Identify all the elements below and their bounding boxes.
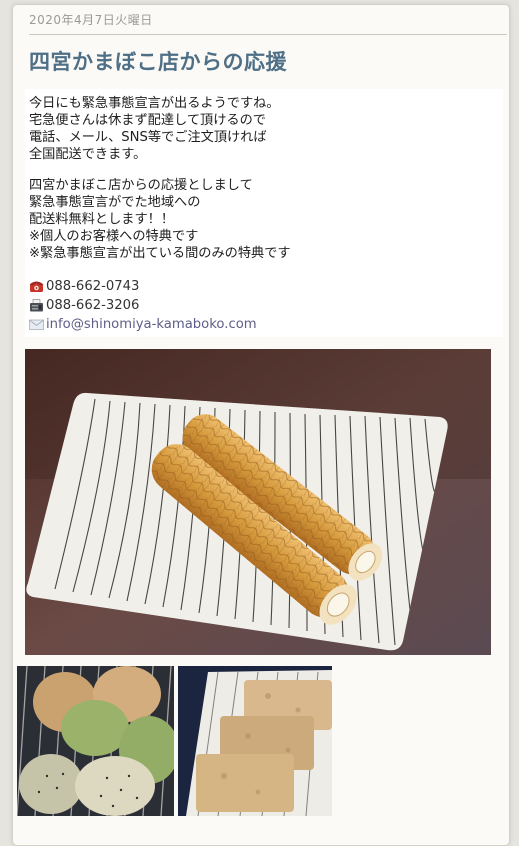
text-line: ※緊急事態宣言が出ている間のみの特典です [29, 246, 291, 261]
announcement-paragraph: 今日にも緊急事態宣言が出るようですね。 宅急便さんは休まず配達して頂けるので 電… [29, 95, 280, 163]
text-line: 電話、メール、SNS等でご注文頂ければ [29, 130, 267, 145]
fax-number: 088-662-3206 [46, 298, 140, 313]
date-divider [29, 34, 507, 35]
phone-contact: 088-662-0743 [29, 278, 139, 295]
text-line: 今日にも緊急事態宣言が出るようですね。 [29, 96, 280, 111]
text-line: 四宮かまぼこ店からの応援としまして [29, 178, 253, 193]
telephone-icon [29, 280, 44, 293]
fried-fishcake-photo[interactable] [178, 666, 332, 817]
offer-paragraph: 四宮かまぼこ店からの応援としまして 緊急事態宣言がでた地域への 配送料無料としま… [29, 177, 291, 262]
text-line: 宅急便さんは休まず配達して頂けるので [29, 113, 266, 128]
blog-post-card: 2020年4月7日火曜日 四宮かまぼこ店からの応援 今日にも緊急事態宣言が出るよ… [12, 4, 510, 846]
post-body: 今日にも緊急事態宣言が出るようですね。 宅急便さんは休まず配達して頂けるので 電… [25, 89, 503, 337]
text-line: 全国配送できます。 [29, 147, 147, 162]
text-line: ※個人のお客様への特典です [29, 229, 199, 244]
email-contact: info@shinomiya-kamaboko.com [29, 316, 257, 333]
text-line: 緊急事態宣言がでた地域への [29, 195, 201, 210]
chikuwa-photo[interactable] [25, 349, 491, 655]
phone-number[interactable]: 088-662-0743 [46, 278, 139, 295]
post-title[interactable]: 四宮かまぼこ店からの応援 [29, 46, 287, 76]
text-line: 配送料無料とします！！ [29, 212, 175, 227]
fax-contact: 088-662-3206 [29, 297, 139, 314]
post-date: 2020年4月7日火曜日 [29, 13, 153, 27]
rice-cracker-photo[interactable] [16, 665, 179, 817]
envelope-icon [29, 318, 44, 331]
email-link[interactable]: info@shinomiya-kamaboko.com [46, 316, 257, 333]
fax-icon [29, 299, 44, 312]
